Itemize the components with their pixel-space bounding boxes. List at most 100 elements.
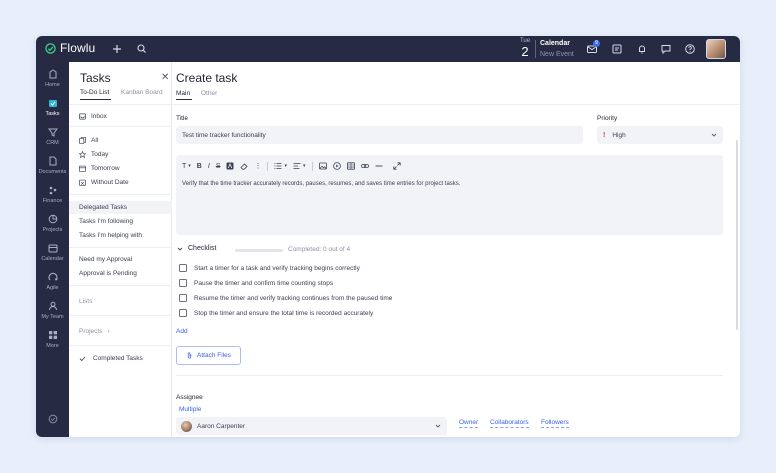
- lists-label: Lists: [79, 298, 93, 305]
- eraser-icon[interactable]: [240, 162, 249, 170]
- filter-need-approval[interactable]: Need my Approval: [79, 256, 132, 263]
- agile-icon: [47, 272, 58, 281]
- nav-my-team[interactable]: My Team: [36, 301, 69, 320]
- description-editor[interactable]: T ▾ B I S ⋮ ▾ ▾ Verify that the time tra…: [176, 155, 723, 235]
- filter-today[interactable]: Today: [79, 151, 108, 158]
- app-window: Flowlu Tue 2 Calendar New Event 9 Home T…: [36, 36, 740, 437]
- checklist-item[interactable]: Pause the timer and confirm time countin…: [179, 279, 333, 287]
- checklist-progress-text: Completed: 0 out of 4: [288, 246, 351, 253]
- more-options-icon[interactable]: ⋮: [254, 162, 261, 170]
- filter-completed-tasks[interactable]: Completed Tasks: [79, 355, 143, 362]
- checklist-header[interactable]: Checklist: [177, 245, 216, 252]
- checklist-item[interactable]: Resume the timer and verify tracking con…: [179, 294, 392, 302]
- add-checklist-item-link[interactable]: Add: [176, 328, 188, 335]
- filter-tasks-helping[interactable]: Tasks I'm helping with: [79, 232, 142, 239]
- checkbox[interactable]: [179, 309, 187, 317]
- top-bar: Flowlu Tue 2 Calendar New Event 9: [36, 36, 740, 62]
- filter-tomorrow[interactable]: Tomorrow: [79, 165, 120, 172]
- strikethrough-icon[interactable]: S: [216, 163, 221, 170]
- filter-delegated-tasks[interactable]: Delegated Tasks: [69, 201, 172, 214]
- checklist-item-text: Stop the timer and ensure the total time…: [194, 309, 374, 317]
- divider: [176, 375, 723, 376]
- text-color-icon[interactable]: [226, 162, 234, 170]
- attach-files-label: Attach Files: [197, 352, 231, 359]
- active-tab-underline: [176, 99, 192, 100]
- tasks-icon: [48, 100, 57, 107]
- tab-kanban-board[interactable]: Kanban Board: [121, 89, 163, 96]
- align-icon[interactable]: ▾: [293, 162, 306, 170]
- nav-more[interactable]: More: [36, 330, 69, 349]
- checkbox[interactable]: [179, 279, 187, 287]
- link-icon[interactable]: [360, 162, 369, 170]
- checklist-item-text: Pause the timer and confirm time countin…: [194, 279, 334, 287]
- filter-tasks-following[interactable]: Tasks I'm following: [79, 218, 133, 225]
- nav-projects[interactable]: Projects: [36, 214, 69, 233]
- owner-link[interactable]: Owner: [459, 419, 479, 428]
- list-icon[interactable]: ▾: [274, 162, 287, 170]
- image-icon[interactable]: [318, 162, 327, 170]
- priority-select[interactable]: ! High: [597, 126, 723, 144]
- editor-toolbar: T ▾ B I S ⋮ ▾ ▾: [182, 161, 407, 171]
- filter-approval-pending[interactable]: Approval is Pending: [79, 270, 137, 277]
- nav-bottom-logo[interactable]: [36, 414, 69, 424]
- nav-documents[interactable]: Documents: [36, 156, 69, 175]
- inbox-icon: [79, 113, 86, 120]
- checklist-progress-bar: [235, 249, 283, 252]
- text-style-icon[interactable]: T ▾: [182, 163, 191, 170]
- scrollbar[interactable]: [736, 140, 738, 330]
- crm-icon: [47, 128, 58, 137]
- lists-section[interactable]: Lists: [79, 298, 92, 305]
- filter-inbox[interactable]: Inbox: [79, 113, 107, 120]
- bell-icon[interactable]: [635, 42, 649, 56]
- chevron-down-icon: [711, 133, 717, 137]
- horizontal-rule-icon[interactable]: [375, 162, 383, 170]
- filter-label: Tasks I'm helping with: [79, 232, 143, 239]
- expand-icon[interactable]: [392, 162, 401, 170]
- help-icon[interactable]: [683, 42, 697, 56]
- filter-all[interactable]: All: [79, 137, 98, 144]
- checkbox[interactable]: [179, 294, 187, 302]
- nav-crm[interactable]: CRM: [36, 127, 69, 146]
- new-event-link[interactable]: New Event: [540, 50, 574, 60]
- tab-other[interactable]: Other: [201, 90, 217, 97]
- nav-calendar[interactable]: Calendar: [36, 243, 69, 262]
- attach-files-button[interactable]: Attach Files: [176, 346, 241, 365]
- projects-section[interactable]: Projects ›: [79, 328, 110, 335]
- nav-agile[interactable]: Agile: [36, 272, 69, 291]
- tab-todo-list[interactable]: To-Do List: [80, 89, 109, 96]
- search-icon[interactable]: [135, 42, 149, 56]
- checklist-item[interactable]: Stop the timer and ensure the total time…: [179, 309, 373, 317]
- title-input[interactable]: Test time tracker functionality: [176, 126, 583, 144]
- filter-without-date[interactable]: Without Date: [79, 179, 129, 186]
- nav-home[interactable]: Home: [36, 69, 69, 88]
- assignee-label: Assignee: [176, 394, 203, 401]
- divider: [69, 345, 172, 346]
- checklist-item[interactable]: Start a timer for a task and verify trac…: [179, 264, 360, 272]
- multiple-link[interactable]: Multiple: [179, 406, 201, 413]
- nav-finance[interactable]: Finance: [36, 185, 69, 204]
- chat-icon[interactable]: [610, 42, 624, 56]
- italic-icon[interactable]: I: [208, 163, 210, 170]
- check-icon: [79, 356, 86, 362]
- followers-link[interactable]: Followers: [541, 419, 569, 428]
- nav-label: Finance: [42, 198, 63, 204]
- close-icon[interactable]: ✕: [161, 72, 169, 83]
- collaborators-link[interactable]: Collaborators: [490, 419, 529, 428]
- user-avatar[interactable]: [706, 39, 726, 59]
- today-date: Tue 2: [518, 38, 532, 59]
- message-icon[interactable]: [659, 42, 673, 56]
- assignee-select[interactable]: Aaron Carpenter: [176, 417, 447, 435]
- checkbox[interactable]: [179, 264, 187, 272]
- video-icon[interactable]: [332, 162, 341, 170]
- calendar-icon: [48, 244, 57, 253]
- app-logo[interactable]: Flowlu: [45, 41, 95, 55]
- plus-icon[interactable]: [110, 42, 124, 56]
- projects-icon: [48, 214, 57, 224]
- nav-tasks[interactable]: Tasks: [36, 98, 69, 117]
- active-tab-underline: [80, 99, 111, 100]
- team-icon: [48, 301, 57, 311]
- table-icon[interactable]: [346, 162, 355, 170]
- calendar-widget[interactable]: Calendar New Event: [540, 39, 574, 60]
- bold-icon[interactable]: B: [197, 163, 202, 170]
- tab-main[interactable]: Main: [176, 90, 190, 97]
